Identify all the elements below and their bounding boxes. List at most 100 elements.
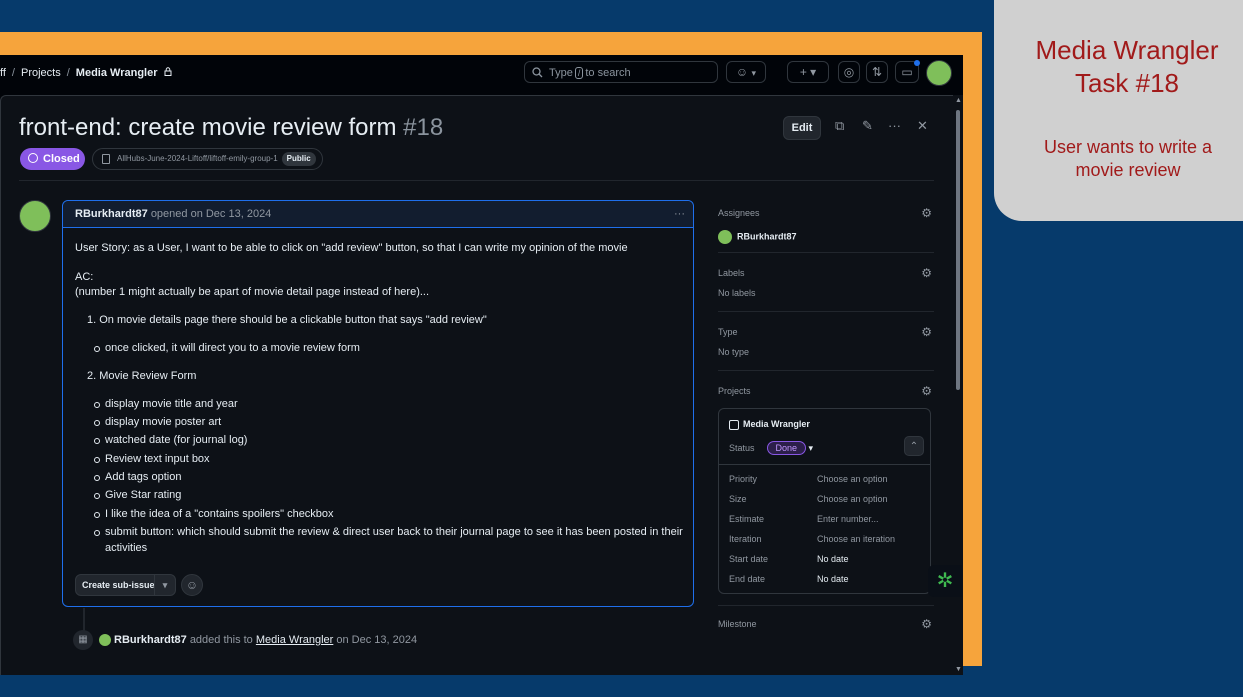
create-sub-issue-label: Create sub-issue <box>82 580 155 590</box>
issue-page: front-end: create movie review form #18 … <box>0 95 954 675</box>
gear-icon[interactable]: ⚙ <box>921 617 932 631</box>
project-field-iteration[interactable]: Iteration Choose an iteration <box>729 534 919 544</box>
project-field-end-date[interactable]: End date No date <box>729 574 919 584</box>
labels-label: Labels <box>718 268 745 278</box>
browser-screen: ff / Projects / Media Wrangler Type / to searc… <box>0 55 963 675</box>
field-value: Choose an option <box>817 494 888 504</box>
breadcrumb-current[interactable]: Media Wrangler <box>76 67 158 79</box>
projects-label: Projects <box>718 386 751 396</box>
search-icon <box>532 67 543 78</box>
ac-note: (number 1 might actually be apart of mov… <box>75 286 430 298</box>
more-options-icon[interactable]: ··· <box>888 118 901 133</box>
list-item: watched date (for journal log) <box>93 434 248 446</box>
gear-icon[interactable]: ⚙ <box>921 206 932 220</box>
project-field-size[interactable]: Size Choose an option <box>729 494 919 504</box>
field-value: Choose an option <box>817 474 888 484</box>
search-placeholder: Type <box>549 67 573 79</box>
field-label: End date <box>729 574 766 584</box>
labels-section: Labels ⚙ No labels <box>718 266 934 298</box>
project-field-estimate[interactable]: Estimate Enter number... <box>729 514 919 524</box>
avatar[interactable] <box>19 200 51 232</box>
closed-check-icon <box>28 153 38 163</box>
avatar <box>718 230 732 244</box>
project-field-start-date[interactable]: Start date No date <box>729 554 919 564</box>
type-section: Type ⚙ No type <box>718 325 934 357</box>
list-item: 1. On movie details page there should be… <box>87 314 487 326</box>
collapse-button[interactable]: ⌃ <box>904 436 924 456</box>
project-name-text: Media Wrangler <box>743 419 810 429</box>
field-value: Choose an iteration <box>817 534 896 544</box>
gear-icon[interactable]: ⚙ <box>921 384 932 398</box>
milestone-section: Milestone ⚙ <box>718 617 934 631</box>
assignees-section: Assignees ⚙ RBurkhardt87 <box>718 206 934 244</box>
scrollbar-thumb[interactable] <box>956 110 960 390</box>
chevron-down-icon[interactable]: ▾ <box>154 575 175 595</box>
inbox-button[interactable]: ▭ <box>895 60 920 83</box>
breadcrumb-separator: / <box>66 67 70 79</box>
event-project-link[interactable]: Media Wrangler <box>256 634 333 646</box>
add-reaction-icon[interactable]: ☺ <box>181 574 203 596</box>
inbox-icon: ▭ <box>901 65 913 79</box>
pull-request-icon: ⇅ <box>871 65 883 79</box>
copilot-icon: ☺ <box>735 65 749 79</box>
create-new-button[interactable]: + ▾ <box>787 61 829 83</box>
breadcrumb-owner[interactable]: ff <box>0 67 6 79</box>
card-title: Media Wrangler Task #18 <box>1035 35 1219 98</box>
close-icon[interactable]: ✕ <box>917 118 928 134</box>
ac-heading: AC: <box>75 271 94 283</box>
gear-icon[interactable]: ⚙ <box>921 266 932 280</box>
chevron-down-icon[interactable]: ▾ <box>809 443 814 453</box>
sidebar-divider <box>718 605 934 606</box>
comment-author[interactable]: RBurkhardt87 <box>75 208 148 220</box>
gear-icon[interactable]: ⚙ <box>921 325 932 339</box>
issues-button[interactable]: ◎ <box>838 61 860 83</box>
project-name[interactable]: Media Wrangler <box>729 419 810 430</box>
copy-icon[interactable]: ⧉ <box>835 118 844 134</box>
project-icon: ▦ <box>73 630 93 650</box>
scroll-up-icon[interactable]: ▲ <box>955 97 962 104</box>
edit-button[interactable]: Edit <box>783 116 821 140</box>
assignee-item[interactable]: RBurkhardt87 <box>718 230 934 244</box>
event-text: added this to <box>189 633 253 646</box>
breadcrumb-projects[interactable]: Projects <box>21 67 61 79</box>
project-field-priority[interactable]: Priority Choose an option <box>729 474 919 484</box>
type-value: No type <box>718 347 750 357</box>
event-author[interactable]: RBurkhardt87 <box>114 634 187 646</box>
visibility-badge: Public <box>281 152 316 166</box>
pull-requests-button[interactable]: ⇅ <box>866 61 888 83</box>
search-shortcut-key: / <box>574 67 584 79</box>
task-card: Media Wrangler Task #18 User wants to wr… <box>994 0 1243 221</box>
scroll-down-icon[interactable]: ▼ <box>955 666 962 673</box>
issue-title: front-end: create movie review form #18 <box>19 114 443 142</box>
create-sub-issue-button[interactable]: Create sub-issue ▾ <box>75 574 176 596</box>
list-item: once clicked, it will direct you to a mo… <box>94 342 360 354</box>
list-item: 2. Movie Review Form <box>87 370 197 382</box>
status-badge-label: Closed <box>43 153 80 165</box>
status-done-badge[interactable]: Done <box>766 441 807 455</box>
copilot-icon[interactable]: ✲ <box>928 565 962 597</box>
user-avatar[interactable] <box>926 60 952 86</box>
milestone-label: Milestone <box>718 619 757 629</box>
issue-title-text: front-end: create movie review form <box>19 114 397 141</box>
search-placeholder-tail: to search <box>585 67 631 79</box>
copilot-button[interactable]: ☺ ▾ <box>726 61 766 83</box>
pin-icon[interactable]: ✎ <box>862 118 873 134</box>
field-value: Enter number... <box>817 514 879 524</box>
list-item-continuation: activities <box>105 542 148 554</box>
project-status: Status Done ▾ <box>729 441 813 455</box>
repo-link[interactable]: AllHubs-June-2024-Liftoff/liftoff-emily-… <box>92 148 323 170</box>
labels-value: No labels <box>718 288 756 298</box>
comment-timestamp: opened on Dec 13, 2024 <box>150 208 272 220</box>
list-item: Give Star rating <box>93 489 182 501</box>
issue-number: #18 <box>403 114 444 141</box>
search-input[interactable]: Type / to search <box>524 61 718 83</box>
project-divider <box>719 464 930 465</box>
field-value: No date <box>817 574 849 584</box>
comment-menu-icon[interactable]: ··· <box>674 201 685 228</box>
list-item: Add tags option <box>93 471 182 483</box>
list-item: display movie poster art <box>93 416 222 428</box>
sidebar-divider <box>718 252 934 253</box>
field-label: Start date <box>729 554 769 564</box>
breadcrumb: ff / Projects / Media Wrangler <box>0 67 172 79</box>
sidebar-divider <box>718 370 934 371</box>
